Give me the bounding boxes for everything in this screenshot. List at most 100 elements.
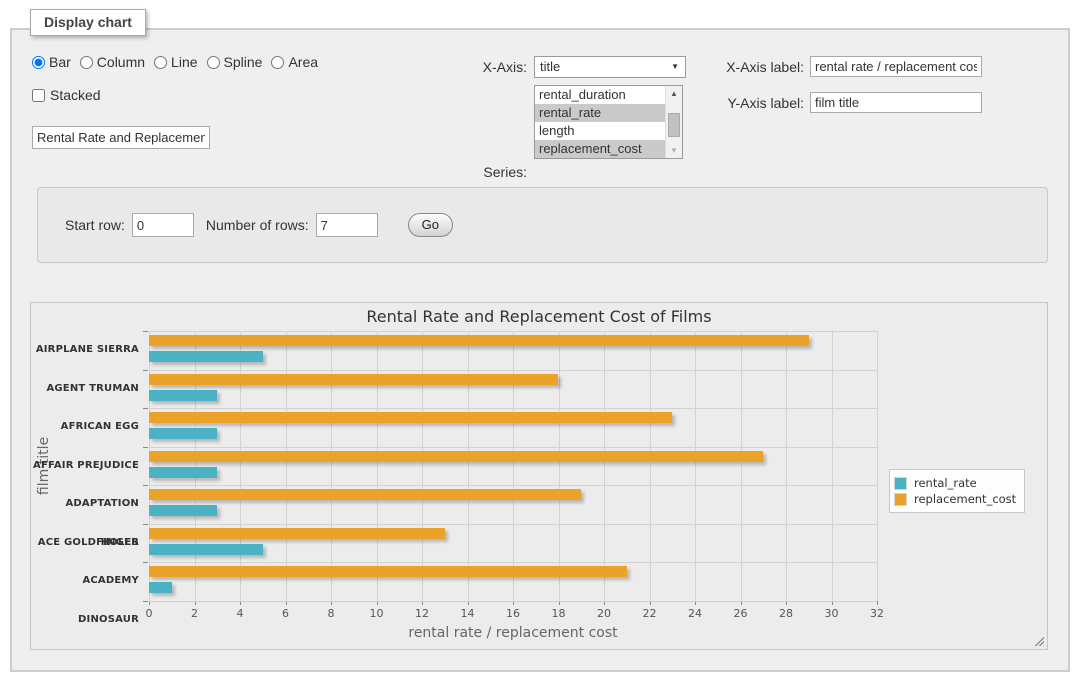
x-axis-tick: [877, 601, 878, 605]
bar-replacement_cost-academy-dinosaur: [149, 566, 627, 577]
gridline: [741, 331, 742, 601]
scrollbar-thumb[interactable]: [668, 113, 680, 137]
x-axis-title: rental rate / replacement cost: [149, 625, 877, 641]
series-field-label: Series:: [452, 164, 527, 180]
y-axis-tick: [143, 447, 148, 448]
legend-swatch-rental_rate: [894, 477, 907, 490]
legend-item-rental_rate: rental_rate: [894, 476, 1016, 490]
bar-rental_rate-academy-dinosaur: [149, 582, 172, 593]
y-category-label: AFRICAN EGG: [31, 408, 139, 447]
x-tick-label: 32: [859, 607, 895, 620]
gridline: [695, 331, 696, 601]
gridline: [832, 331, 833, 601]
x-tick-label: 22: [632, 607, 668, 620]
x-axis-select[interactable]: title ▼: [534, 56, 686, 78]
chart-type-radio-bar[interactable]: [32, 56, 45, 69]
gridline: [149, 370, 877, 371]
series-option-rental_duration[interactable]: rental_duration: [535, 86, 665, 104]
y-axis-tick: [143, 524, 148, 525]
gridline: [149, 447, 877, 448]
x-tick-label: 18: [541, 607, 577, 620]
bar-replacement_cost-affair-prejudice: [149, 451, 763, 462]
legend-label: rental_rate: [914, 476, 977, 490]
bar-rental_rate-agent-truman: [149, 390, 217, 401]
x-tick-label: 16: [495, 607, 531, 620]
scroll-up-icon[interactable]: ▲: [666, 86, 682, 101]
gridline: [149, 524, 877, 525]
bar-rental_rate-adaptation-holes: [149, 505, 217, 516]
num-rows-input[interactable]: [316, 213, 378, 237]
chart-plot-area: [149, 331, 877, 601]
bar-replacement_cost-adaptation-holes: [149, 489, 581, 500]
bar-rental_rate-african-egg: [149, 428, 217, 439]
x-tick-label: 4: [222, 607, 258, 620]
chart-title: Rental Rate and Replacement Cost of Film…: [31, 307, 1047, 326]
chart-type-radio-spline[interactable]: [207, 56, 220, 69]
chart-type-radio-group: Bar Column Line Spline Area: [32, 54, 318, 70]
bar-rental_rate-ace-goldfinger: [149, 544, 263, 555]
chart-type-option-area[interactable]: Area: [271, 54, 318, 70]
series-option-replacement_cost[interactable]: replacement_cost: [535, 140, 665, 158]
go-button[interactable]: Go: [408, 213, 453, 237]
legend-label: replacement_cost: [914, 492, 1016, 506]
chart-type-label: Bar: [49, 54, 71, 70]
y-axis-tick: [143, 370, 148, 371]
bar-rental_rate-affair-prejudice: [149, 467, 217, 478]
display-chart-panel: Display chart BarColumnLineSplineArea St…: [10, 28, 1070, 672]
chart-type-label: Line: [171, 54, 197, 70]
x-axis-label-field: X-Axis label:: [712, 56, 982, 77]
x-tick-label: 20: [586, 607, 622, 620]
gridline: [331, 331, 332, 601]
chart-type-radio-area[interactable]: [271, 56, 284, 69]
start-row-input[interactable]: [132, 213, 194, 237]
chart-container: Rental Rate and Replacement Cost of Film…: [30, 302, 1048, 650]
gridline: [604, 331, 605, 601]
gridline: [468, 331, 469, 601]
gridline: [877, 331, 878, 601]
chart-type-radio-line[interactable]: [154, 56, 167, 69]
series-listbox[interactable]: rental_durationrental_ratelengthreplacem…: [534, 85, 683, 159]
gridline: [149, 485, 877, 486]
y-category-label: ACE GOLDFINGER: [31, 524, 139, 563]
gridline: [650, 331, 651, 601]
y-axis-label-label: Y-Axis label:: [712, 95, 804, 111]
y-category-label: AFFAIR PREJUDICE: [31, 447, 139, 486]
gridline: [377, 331, 378, 601]
y-category-label: ADAPTATION HOLES: [31, 485, 139, 524]
legend-swatch-replacement_cost: [894, 493, 907, 506]
x-axis-label-input[interactable]: [810, 56, 982, 77]
chart-type-radio-column[interactable]: [80, 56, 93, 69]
gridline: [559, 331, 560, 601]
chart-type-option-spline[interactable]: Spline: [207, 54, 263, 70]
series-option-length[interactable]: length: [535, 122, 665, 140]
x-tick-label: 30: [814, 607, 850, 620]
stacked-checkbox[interactable]: [32, 89, 45, 102]
gridline: [240, 331, 241, 601]
series-scrollbar[interactable]: ▲ ▼: [665, 86, 682, 158]
scroll-down-icon[interactable]: ▼: [666, 143, 682, 158]
x-tick-label: 26: [723, 607, 759, 620]
y-category-label: AIRPLANE SIERRA: [31, 331, 139, 370]
chart-title-input[interactable]: [32, 126, 210, 149]
chart-type-option-line[interactable]: Line: [154, 54, 197, 70]
chart-type-label: Column: [97, 54, 145, 70]
legend-item-replacement_cost: replacement_cost: [894, 492, 1016, 506]
gridline: [149, 601, 877, 602]
y-category-label: AGENT TRUMAN: [31, 370, 139, 409]
stacked-option[interactable]: Stacked: [32, 87, 101, 103]
gridline: [149, 562, 877, 563]
y-axis-tick: [143, 485, 148, 486]
start-row-label: Start row:: [65, 217, 125, 233]
x-tick-label: 28: [768, 607, 804, 620]
chart-type-option-bar[interactable]: Bar: [32, 54, 71, 70]
y-axis-tick: [143, 601, 148, 602]
chart-type-option-column[interactable]: Column: [80, 54, 145, 70]
x-axis-label-label: X-Axis label:: [712, 59, 804, 75]
x-tick-label: 6: [268, 607, 304, 620]
resize-handle-icon[interactable]: [1033, 635, 1044, 646]
series-options: rental_durationrental_ratelengthreplacem…: [535, 86, 665, 158]
x-tick-label: 12: [404, 607, 440, 620]
series-option-rental_rate[interactable]: rental_rate: [535, 104, 665, 122]
y-axis-label-input[interactable]: [810, 92, 982, 113]
x-axis-field: X-Axis: title ▼: [452, 56, 686, 78]
